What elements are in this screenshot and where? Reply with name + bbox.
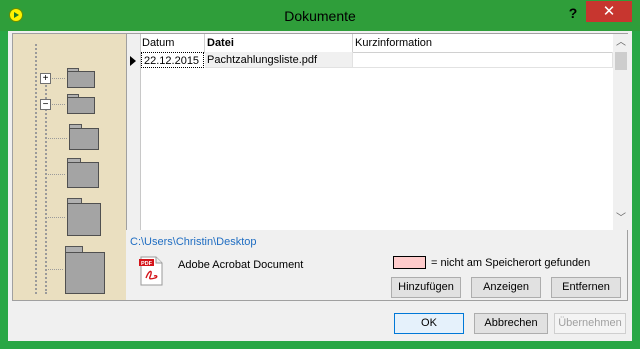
folder-icon <box>69 124 99 150</box>
folder-icon <box>65 246 105 294</box>
apply-button[interactable]: Übernehmen <box>554 313 626 334</box>
documents-table[interactable]: Datum Datei Kurzinformation 22.12.2015 P… <box>126 34 629 230</box>
legend-label: = nicht am Speicherort gefunden <box>431 257 591 269</box>
dialog-button-bar: OK Abbrechen Übernehmen <box>8 303 632 341</box>
tree-line <box>45 217 65 218</box>
scroll-up-icon[interactable]: ︿ <box>616 38 626 48</box>
close-button[interactable]: ✕ <box>586 1 632 22</box>
add-button[interactable]: Hinzufügen <box>391 277 461 298</box>
current-row-icon <box>130 56 136 66</box>
scrollbar-thumb[interactable] <box>615 52 627 70</box>
dialog-client-area: + − Datum Datei Kurzinformation 22.12.20… <box>8 31 632 341</box>
cancel-button[interactable]: Abbrechen <box>474 313 548 334</box>
folder-icon <box>67 68 95 88</box>
cell-kurzinformation[interactable] <box>353 52 613 68</box>
document-type-label: Adobe Acrobat Document <box>178 259 304 271</box>
scroll-down-icon[interactable]: ﹀ <box>616 214 626 224</box>
window-title: Dokumente <box>284 8 356 24</box>
ok-button[interactable]: OK <box>394 313 464 334</box>
expand-icon: + <box>40 73 51 84</box>
tree-line <box>45 138 67 139</box>
tree-line <box>45 269 63 270</box>
title-bar[interactable]: Dokumente ? ✕ <box>0 0 640 31</box>
dialog-window: Dokumente ? ✕ + − Datum Datei Kurzinform… <box>0 0 640 349</box>
cell-datum[interactable]: 22.12.2015 <box>141 52 204 68</box>
column-header-datum[interactable]: Datum <box>140 34 205 52</box>
table-header: Datum Datei Kurzinformation <box>127 34 613 230</box>
help-button[interactable]: ? <box>560 3 586 23</box>
folder-icon <box>67 94 95 114</box>
vertical-scrollbar[interactable]: ︿ ﹀ <box>613 34 629 230</box>
collapse-icon: − <box>40 99 51 110</box>
folder-illustration: + − <box>13 34 126 300</box>
documents-panel: + − Datum Datei Kurzinformation 22.12.20… <box>12 33 629 301</box>
file-path-label: C:\Users\Christin\Desktop <box>130 236 257 248</box>
legend-swatch <box>393 256 426 269</box>
tree-line <box>35 44 37 294</box>
pdf-icon-label: PDF <box>141 261 153 267</box>
folder-icon <box>67 158 99 188</box>
column-header-datei[interactable]: Datei <box>205 34 353 52</box>
pdf-file-icon: PDF <box>139 256 163 286</box>
show-button[interactable]: Anzeigen <box>471 277 541 298</box>
remove-button[interactable]: Entfernen <box>551 277 621 298</box>
folder-icon <box>67 198 101 236</box>
tree-line <box>45 174 65 175</box>
cell-datei[interactable]: Pachtzahlungsliste.pdf <box>205 52 353 68</box>
table-row[interactable]: 22.12.2015 Pachtzahlungsliste.pdf <box>140 52 613 68</box>
column-header-kurzinformation[interactable]: Kurzinformation <box>353 34 613 52</box>
